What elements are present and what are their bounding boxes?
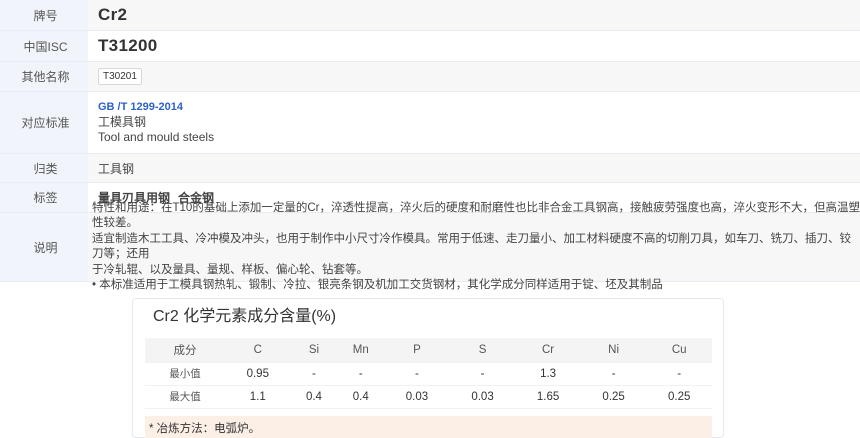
category-value[interactable]: 工具钢 bbox=[98, 160, 860, 177]
table-row: 最小值 0.95 - - - - 1.3 - - bbox=[145, 362, 712, 386]
chemical-composition-table: 成分 C Si Mn P S Cr Ni Cu 最小值 0.95 - - - -… bbox=[145, 338, 712, 409]
table-cell: 0.25 bbox=[646, 385, 712, 409]
description-line: 于冷轧辊、以及量具、量规、样板、偏心轮、钻套等。 bbox=[92, 263, 368, 276]
description-line: 适宜制造木工工具、冷冲模及冲头，也用于制作中小尺寸冷作模具。常用于低速、走刀量小… bbox=[92, 232, 851, 261]
row-label: 最大值 bbox=[145, 385, 225, 409]
table-cell: - bbox=[580, 362, 647, 386]
row-isc: 中国ISC T31200 bbox=[0, 31, 860, 62]
alias-tag[interactable]: T30201 bbox=[98, 68, 142, 85]
table-cell: - bbox=[337, 362, 385, 386]
description-line: 特性和用途：在T10的基础上添加一定量的Cr，淬透性提高，淬火后的硬度和耐磨性也… bbox=[92, 201, 860, 230]
table-cell: - bbox=[646, 362, 712, 386]
grade-value: Cr2 bbox=[98, 5, 128, 24]
table-cell: - bbox=[384, 362, 450, 386]
description-label: 说明 bbox=[0, 213, 88, 281]
chemical-composition-card: Cr2 化学元素成分含量(%) 成分 C Si Mn P S Cr Ni Cu … bbox=[132, 298, 724, 438]
table-cell: 1.1 bbox=[225, 385, 291, 409]
category-label: 归类 bbox=[0, 154, 88, 182]
row-category: 归类 工具钢 bbox=[0, 154, 860, 183]
table-cell: - bbox=[290, 362, 338, 386]
material-info-table: 牌号 Cr2 中国ISC T31200 其他名称 T30201 对应标准 GB … bbox=[0, 0, 860, 291]
table-cell: 0.95 bbox=[225, 362, 291, 386]
grade-label: 牌号 bbox=[0, 0, 88, 30]
tags-label: 标签 bbox=[0, 183, 88, 212]
table-cell: 0.03 bbox=[449, 385, 516, 409]
table-cell: 0.4 bbox=[290, 385, 338, 409]
row-label: 最小值 bbox=[145, 362, 225, 386]
row-description: 说明 特性和用途：在T10的基础上添加一定量的Cr，淬透性提高，淬火后的硬度和耐… bbox=[0, 202, 860, 291]
isc-value: T31200 bbox=[98, 36, 158, 55]
chemical-composition-title: Cr2 化学元素成分含量(%) bbox=[153, 308, 337, 325]
description-line: • 本标准适用于工模具钢热轧、锻制、冷拉、银亮条钢及机加工交货钢材，其化学成分同… bbox=[92, 279, 663, 291]
row-grade: 牌号 Cr2 bbox=[0, 0, 860, 31]
table-cell: 0.25 bbox=[580, 385, 647, 409]
table-cell: 0.03 bbox=[384, 385, 450, 409]
standard-name-cn: 工模具钢 bbox=[98, 114, 147, 129]
standard-name-en: Tool and mould steels bbox=[98, 129, 215, 144]
isc-label: 中国ISC bbox=[0, 31, 88, 61]
table-cell: 1.3 bbox=[515, 362, 581, 386]
row-alias: 其他名称 T30201 bbox=[0, 62, 860, 92]
table-cell: - bbox=[449, 362, 516, 386]
column-header: 成分 bbox=[145, 338, 225, 363]
column-header: Cr bbox=[515, 338, 581, 363]
column-header: S bbox=[449, 338, 516, 363]
table-cell: 0.4 bbox=[337, 385, 385, 409]
standard-label: 对应标准 bbox=[0, 92, 88, 153]
table-cell: 1.65 bbox=[515, 385, 581, 409]
table-header-row: 成分 C Si Mn P S Cr Ni Cu bbox=[145, 338, 712, 363]
column-header: C bbox=[225, 338, 291, 363]
column-header: Mn bbox=[337, 338, 385, 363]
table-row: 最大值 1.1 0.4 0.4 0.03 0.03 1.65 0.25 0.25 bbox=[145, 385, 712, 409]
alias-label: 其他名称 bbox=[0, 62, 88, 91]
column-header: P bbox=[384, 338, 450, 363]
row-standard: 对应标准 GB /T 1299-2014 工模具钢 Tool and mould… bbox=[0, 92, 860, 154]
column-header: Ni bbox=[580, 338, 647, 363]
column-header: Cu bbox=[646, 338, 712, 363]
column-header: Si bbox=[290, 338, 338, 363]
standard-code-link[interactable]: GB /T 1299-2014 bbox=[98, 101, 860, 113]
